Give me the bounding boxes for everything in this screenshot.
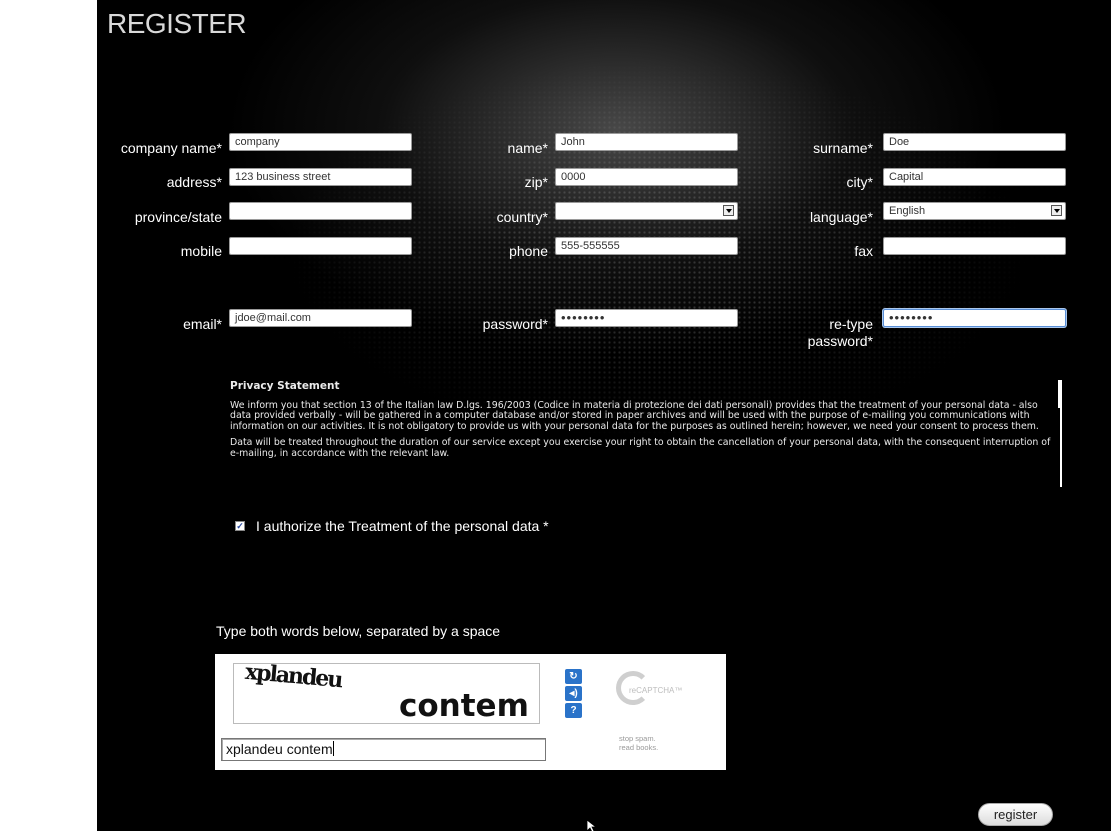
help-icon[interactable]: ? [565,703,582,718]
email-label: email* [183,316,222,332]
recaptcha-tagline: stop spam. read books. [619,734,689,752]
page-title: REGISTER [107,8,247,39]
retype-password-label: re-type password* [807,316,873,349]
address-input[interactable]: 123 business street [229,168,412,186]
surname-input[interactable]: Doe [883,133,1066,151]
company-name-input[interactable]: company [229,133,412,151]
chevron-down-icon[interactable] [723,205,734,216]
consent-label[interactable]: I authorize the Treatment of the persona… [256,518,549,534]
captcha-response-value: xplandeu contem [226,741,333,757]
country-select[interactable] [555,202,738,220]
city-label: city* [846,174,873,190]
phone-input[interactable]: 555-555555 [555,237,738,255]
privacy-scrollbar-thumb[interactable] [1058,380,1062,408]
fax-input[interactable] [883,237,1066,255]
surname-label: surname* [813,140,873,156]
recaptcha-brand: reCAPTCHA™ [629,686,683,695]
recaptcha-tagline-line: read books. [619,743,659,752]
consent-checkbox[interactable]: ✓ [235,521,245,531]
privacy-title: Privacy Statement [230,380,340,392]
fax-label: fax [854,243,873,259]
company-name-label: company name* [120,140,222,156]
language-select-value: English [889,205,926,217]
mobile-input[interactable] [229,237,412,255]
world-map-background [97,0,1111,560]
name-input[interactable]: John [555,133,738,151]
privacy-paragraph: Data will be treated throughout the dura… [230,437,1051,459]
captcha-word-2: contem [399,688,529,724]
zip-label: zip* [524,174,548,190]
retype-password-input[interactable]: •••••••• [883,309,1066,327]
chevron-down-icon[interactable] [1051,205,1062,216]
refresh-icon[interactable]: ↻ [565,669,582,684]
mobile-label: mobile [180,243,222,259]
language-select[interactable]: English [883,202,1066,220]
text-caret [332,741,334,756]
audio-icon[interactable]: ◂) [565,686,582,701]
province-input[interactable] [229,202,412,220]
captcha-instruction: Type both words below, separated by a sp… [216,623,501,639]
password-label: password* [482,316,548,332]
captcha-response-input[interactable]: xplandeu contem [221,738,546,761]
password-input[interactable]: •••••••• [555,309,738,327]
email-input[interactable]: jdoe@mail.com [229,309,412,327]
province-label: province/state [134,209,222,225]
privacy-statement: Privacy Statement We inform you that sec… [230,381,1055,465]
language-label: language* [809,209,873,225]
register-page: REGISTER company name* company name* Joh… [97,0,1111,831]
zip-input[interactable]: 0000 [555,168,738,186]
address-label: address* [166,174,222,190]
register-button[interactable]: register [978,803,1053,826]
country-label: country* [496,209,548,225]
name-label: name* [507,140,548,156]
phone-label: phone [509,243,548,259]
privacy-paragraph: We inform you that section 13 of the Ita… [230,399,1039,432]
mouse-pointer-icon [587,820,598,831]
recaptcha-tagline-line: stop spam. [619,734,656,743]
city-input[interactable]: Capital [883,168,1066,186]
